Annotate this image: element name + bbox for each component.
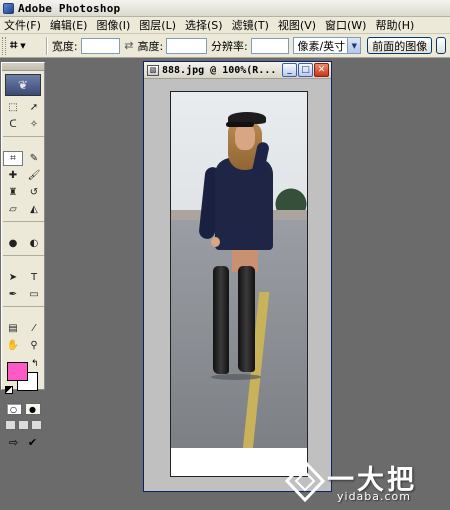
eraser-icon[interactable]: ▱ <box>3 202 23 217</box>
pen-icon[interactable]: ✒ <box>3 287 23 302</box>
document-title: 888.jpg @ 100%(R... <box>162 64 277 76</box>
watermark-url: yidaba.com <box>337 490 412 503</box>
document-window: ▧ 888.jpg @ 100%(R... _ □ ✕ <box>143 61 332 492</box>
menu-item[interactable]: 文件(F) <box>4 17 41 33</box>
menu-item[interactable]: 窗口(W) <box>325 17 366 33</box>
chevron-down-icon: ▼ <box>20 41 26 50</box>
screen-mode-row <box>2 420 44 430</box>
height-input[interactable] <box>166 37 207 54</box>
resolution-input[interactable] <box>250 37 290 54</box>
app-titlebar: Adobe Photoshop <box>0 0 450 17</box>
type-icon[interactable]: T <box>24 270 44 285</box>
standard-mode-icon[interactable]: ○ <box>5 403 22 415</box>
document-titlebar[interactable]: ▧ 888.jpg @ 100%(R... _ □ ✕ <box>144 62 331 79</box>
document-icon: ▧ <box>147 64 159 76</box>
menu-item[interactable]: 图层(L) <box>139 17 176 33</box>
photo-model-sweater <box>215 158 273 250</box>
notes-icon[interactable]: ▤ <box>3 321 23 336</box>
toolbox-header[interactable] <box>2 63 44 71</box>
photo-model-boot-right <box>238 266 255 372</box>
color-picker-area: ↰ <box>2 359 44 399</box>
paint-bucket-icon[interactable]: ◭ <box>24 202 44 217</box>
photo-model-hat-brim <box>226 122 254 127</box>
menu-bar: 文件(F) 编辑(E) 图像(I) 图层(L) 选择(S) 滤镜(T) 视图(V) 窗口(W)… <box>0 17 450 34</box>
swap-dimensions-icon[interactable]: ⇄ <box>124 39 133 52</box>
options-bar: ⌗ ▼ 宽度: ⇄ 高度: 分辨率: 像素/英寸 ▼ 前面的图像 <box>0 34 450 58</box>
toolbox: ❦ ⬚ ➚ ᑕ ✧ ⌗ ✎ ✚ 🖌 ♜ ↺ ▱ ◭ ● ◐ ➤ T ✒ ▭ ▤ ⁄ ✋ ⚲ ↰ ○ ● ⇨ ✔ <box>1 62 45 449</box>
tool-preset-picker[interactable]: ⌗ ▼ <box>10 37 41 55</box>
crop-icon[interactable]: ⌗ <box>3 151 23 166</box>
full-screen-icon[interactable] <box>30 420 42 430</box>
mask-mode-row: ○ ● <box>2 403 44 415</box>
close-button[interactable]: ✕ <box>314 63 329 77</box>
photoshop-app-icon <box>3 2 14 14</box>
move-icon[interactable]: ➚ <box>24 100 44 115</box>
path-selection-icon[interactable]: ➤ <box>3 270 23 285</box>
options-bar-grip[interactable] <box>2 36 6 55</box>
crop-icon: ⌗ <box>9 38 18 53</box>
jump-row: ⇨ ✔ <box>2 435 44 449</box>
toolbox-divider <box>3 306 44 307</box>
app-title: Adobe Photoshop <box>18 1 121 15</box>
quick-mask-icon[interactable]: ● <box>24 403 41 415</box>
default-colors-icon[interactable] <box>5 386 13 394</box>
photo-model-hand <box>211 237 220 247</box>
history-brush-icon[interactable]: ↺ <box>24 185 44 200</box>
lasso-icon[interactable]: ᑕ <box>3 117 23 132</box>
rectangular-marquee-icon[interactable]: ⬚ <box>3 100 23 115</box>
menu-item[interactable]: 图像(I) <box>96 17 130 33</box>
brush-icon[interactable]: 🖌 <box>24 168 44 183</box>
blur-icon[interactable]: ● <box>3 236 23 251</box>
feather-logo-icon[interactable]: ❦ <box>5 74 41 96</box>
photo-shadow <box>211 374 261 380</box>
standard-screen-icon[interactable] <box>4 420 16 430</box>
dodge-icon[interactable]: ◐ <box>24 236 44 251</box>
toolbox-divider <box>3 221 44 222</box>
clone-stamp-icon[interactable]: ♜ <box>3 185 23 200</box>
width-input[interactable] <box>80 37 121 54</box>
height-label: 高度: <box>137 39 164 53</box>
resolution-unit-select[interactable]: 像素/英寸 ▼ <box>293 37 362 54</box>
full-screen-menu-icon[interactable] <box>17 420 29 430</box>
image-canvas[interactable] <box>170 91 308 477</box>
front-image-button[interactable]: 前面的图像 <box>367 37 433 54</box>
toolbox-divider <box>3 255 44 256</box>
menu-item[interactable]: 帮助(H) <box>375 17 414 33</box>
slice-icon[interactable]: ✎ <box>24 151 44 166</box>
photo-model-face <box>235 124 255 150</box>
chevron-down-icon: ▼ <box>347 38 361 53</box>
divider <box>45 36 47 55</box>
menu-item[interactable]: 视图(V) <box>278 17 316 33</box>
shape-icon[interactable]: ▭ <box>24 287 44 302</box>
resolution-unit-value: 像素/英寸 <box>297 39 346 53</box>
watermark-logo-icon <box>285 460 325 502</box>
menu-item[interactable]: 滤镜(T) <box>232 17 269 33</box>
zoom-icon[interactable]: ⚲ <box>24 338 44 353</box>
hand-icon[interactable]: ✋ <box>3 338 23 353</box>
checkmark-icon[interactable]: ✔ <box>25 435 41 449</box>
healing-brush-icon[interactable]: ✚ <box>3 168 23 183</box>
minimize-button[interactable]: _ <box>282 63 297 77</box>
photo-model-boot-left <box>213 266 229 374</box>
jump-to-imageready-icon[interactable]: ⇨ <box>6 435 22 449</box>
site-watermark: 一大把 yidaba.com <box>285 456 448 508</box>
magic-wand-icon[interactable]: ✧ <box>24 117 44 132</box>
swap-colors-icon[interactable]: ↰ <box>31 359 39 369</box>
menu-item[interactable]: 编辑(E) <box>50 17 88 33</box>
maximize-button[interactable]: □ <box>298 63 313 77</box>
width-label: 宽度: <box>51 39 78 53</box>
eyedropper-icon[interactable]: ⁄ <box>24 321 44 336</box>
resolution-label: 分辨率: <box>210 39 248 53</box>
menu-item[interactable]: 选择(S) <box>185 17 223 33</box>
clear-button[interactable] <box>436 37 446 54</box>
foreground-color-swatch[interactable] <box>7 362 28 381</box>
toolbox-divider <box>3 136 44 137</box>
tool-grid: ⬚ ➚ ᑕ ✧ ⌗ ✎ ✚ 🖌 ♜ ↺ ▱ ◭ ● ◐ ➤ T ✒ ▭ ▤ ⁄ ✋ ⚲ <box>2 98 44 355</box>
